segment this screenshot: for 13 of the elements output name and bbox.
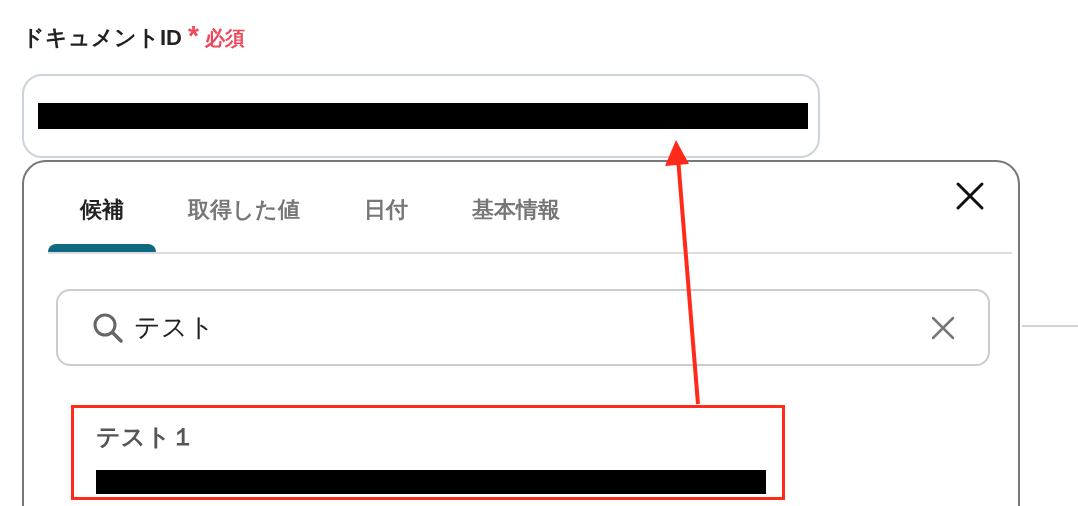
field-label: ドキュメントID bbox=[22, 24, 182, 52]
document-id-field[interactable] bbox=[22, 74, 820, 158]
required-text: 必須 bbox=[204, 26, 245, 51]
tab[interactable]: 基本情報 bbox=[440, 162, 592, 252]
tab[interactable]: 候補 bbox=[48, 162, 156, 252]
suggestion-title: テスト１ bbox=[96, 422, 196, 452]
suggestion-item[interactable]: テスト１ bbox=[71, 405, 785, 500]
search-field[interactable]: テスト bbox=[56, 289, 990, 366]
tab[interactable]: 取得した値 bbox=[156, 162, 332, 252]
required-mark: * bbox=[188, 22, 199, 50]
tab[interactable]: 日付 bbox=[332, 162, 440, 252]
search-text: テスト bbox=[134, 311, 216, 344]
search-icon bbox=[92, 311, 124, 344]
